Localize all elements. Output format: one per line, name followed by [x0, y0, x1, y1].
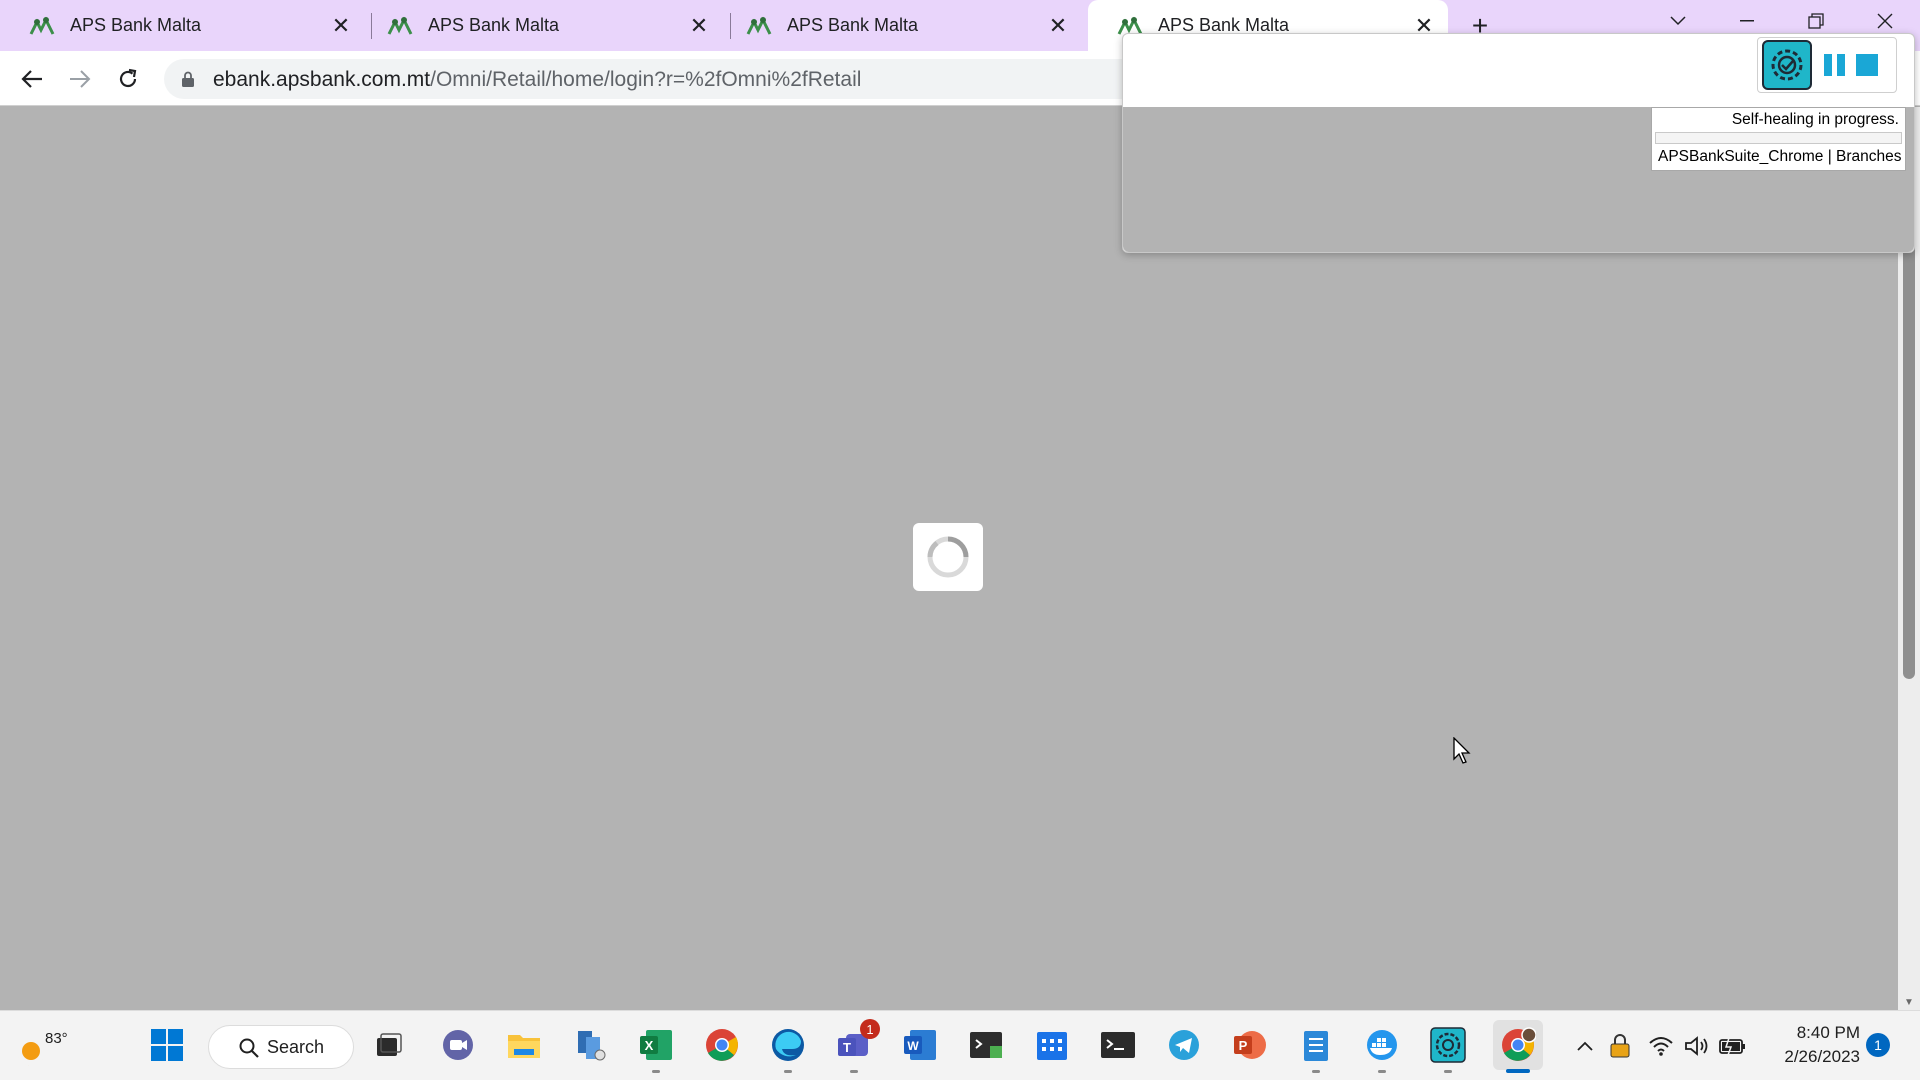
weather-sun-icon — [18, 1042, 44, 1066]
lock-icon[interactable] — [182, 71, 194, 87]
word-icon[interactable]: W — [900, 1025, 940, 1065]
tab-1[interactable]: APS Bank Malta ✕ — [0, 0, 365, 51]
tab-title: APS Bank Malta — [70, 15, 202, 35]
tab-2[interactable]: APS Bank Malta ✕ — [358, 0, 723, 51]
vpn-lock-icon[interactable] — [1605, 1031, 1635, 1061]
tab-search-chevron-icon[interactable] — [1658, 6, 1698, 36]
task-view-icon[interactable] — [369, 1025, 409, 1065]
show-hidden-icons-chevron-icon[interactable] — [1570, 1031, 1600, 1061]
wifi-icon[interactable] — [1646, 1031, 1676, 1061]
telegram-icon[interactable] — [1164, 1025, 1204, 1065]
chrome-active-icon[interactable] — [1493, 1020, 1543, 1073]
url-path: /Omni/Retail/home/login?r=%2fOmni%2fReta… — [430, 68, 862, 91]
tab-close-icon[interactable]: ✕ — [1046, 13, 1070, 38]
excel-icon[interactable]: X — [636, 1025, 676, 1073]
file-explorer-icon[interactable] — [504, 1025, 544, 1065]
tab-title: APS Bank Malta — [787, 15, 919, 35]
tab-close-icon[interactable]: ✕ — [329, 13, 353, 38]
loading-spinner — [913, 523, 983, 591]
mouse-cursor-icon — [1453, 737, 1471, 764]
windows-taskbar: 83° Search X T 1 W P 8:40 PM 2/26/2023 1 — [0, 1010, 1920, 1080]
notepad-icon[interactable] — [1296, 1025, 1336, 1073]
aps-favicon-icon — [28, 14, 56, 38]
running-indicator — [652, 1070, 660, 1073]
search-icon — [239, 1038, 259, 1058]
teams-chat-icon[interactable] — [438, 1025, 478, 1065]
battery-charging-icon[interactable] — [1718, 1031, 1748, 1061]
clock-time: 8:40 PM — [1796, 1023, 1860, 1042]
aps-favicon-icon — [386, 14, 414, 38]
healing-progress-bar — [1655, 132, 1902, 144]
stop-button[interactable] — [1856, 54, 1878, 76]
svg-text:T: T — [843, 1040, 851, 1055]
powerpoint-icon[interactable]: P — [1230, 1025, 1270, 1065]
tab-title: APS Bank Malta — [428, 15, 560, 35]
system-clock[interactable]: 8:40 PM 2/26/2023 — [1766, 1021, 1860, 1069]
calendar-icon[interactable] — [1032, 1025, 1072, 1065]
search-label: Search — [267, 1036, 325, 1057]
weather-widget[interactable]: 83° — [14, 1021, 68, 1071]
start-button[interactable] — [147, 1025, 187, 1065]
teams-notification-badge: 1 — [860, 1019, 880, 1039]
healing-status-text: Self-healing in progress. — [1731, 111, 1899, 128]
edge-icon[interactable] — [768, 1025, 808, 1073]
terminal-tool-icon[interactable] — [966, 1025, 1006, 1065]
active-window-indicator — [1506, 1069, 1530, 1073]
spinner-icon — [927, 536, 969, 578]
self-healing-app-icon[interactable] — [1428, 1025, 1468, 1073]
teams-icon[interactable]: T 1 — [834, 1019, 880, 1073]
clock-date: 2/26/2023 — [1784, 1047, 1860, 1066]
volume-icon[interactable] — [1682, 1031, 1712, 1061]
self-healing-logo-icon[interactable] — [1762, 40, 1812, 90]
taskbar-search[interactable]: Search — [208, 1025, 354, 1069]
restore-button[interactable] — [1796, 6, 1836, 36]
back-button[interactable] — [14, 61, 50, 97]
pause-button[interactable] — [1822, 53, 1846, 77]
svg-text:P: P — [1239, 1038, 1248, 1053]
running-indicator — [1312, 1070, 1320, 1073]
tab-3[interactable]: APS Bank Malta ✕ — [717, 0, 1082, 51]
running-indicator — [784, 1070, 792, 1073]
scroll-down-arrow-icon[interactable]: ▼ — [1903, 998, 1915, 1008]
self-healing-status-panel: Self-healing in progress. APSBankSuite_C… — [1651, 107, 1906, 171]
chrome-icon[interactable] — [702, 1025, 742, 1065]
close-window-button[interactable] — [1865, 6, 1905, 36]
running-indicator — [850, 1070, 858, 1073]
self-healing-controls — [1757, 37, 1897, 93]
healing-suite-info: APSBankSuite_Chrome | Branches — [1658, 148, 1902, 165]
svg-text:W: W — [907, 1039, 919, 1053]
running-indicator — [1378, 1070, 1386, 1073]
url-host: ebank.apsbank.com.mt — [213, 68, 431, 91]
url-text[interactable]: ebank.apsbank.com.mt/Omni/Retail/home/lo… — [213, 68, 861, 92]
aps-favicon-icon — [745, 14, 773, 38]
running-indicator — [1444, 1070, 1452, 1073]
tab-close-icon[interactable]: ✕ — [687, 13, 711, 38]
svg-text:X: X — [645, 1038, 654, 1053]
notification-center-badge[interactable]: 1 — [1866, 1033, 1890, 1057]
network-app-icon[interactable] — [570, 1025, 610, 1065]
minimize-button[interactable] — [1727, 6, 1767, 36]
weather-temperature: 83° — [45, 1030, 68, 1047]
command-prompt-icon[interactable] — [1098, 1025, 1138, 1065]
reload-button[interactable] — [110, 61, 146, 97]
docker-icon[interactable] — [1362, 1025, 1402, 1073]
forward-button[interactable] — [62, 61, 98, 97]
